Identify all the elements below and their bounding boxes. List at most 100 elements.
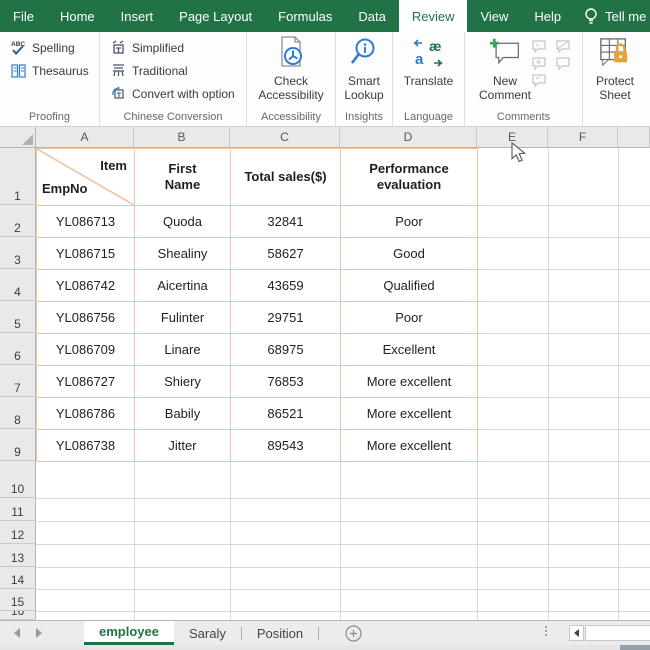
column-header-b[interactable]: B bbox=[134, 127, 230, 148]
menu-tab-view[interactable]: View bbox=[467, 0, 521, 32]
cell-b7[interactable]: Shiery bbox=[135, 366, 231, 398]
row-header-14[interactable]: 14 bbox=[0, 567, 36, 589]
button-label: Thesaurus bbox=[32, 64, 89, 78]
translate-button[interactable]: æ a Translate bbox=[404, 36, 454, 88]
cell-b6[interactable]: Linare bbox=[135, 334, 231, 366]
column-header-f[interactable]: F bbox=[548, 127, 618, 148]
menu-tab-home[interactable]: Home bbox=[47, 0, 108, 32]
cell-c5[interactable]: 29751 bbox=[231, 302, 341, 334]
row-header-15[interactable]: 15 bbox=[0, 589, 36, 611]
row-header-9[interactable]: 9 bbox=[0, 429, 36, 461]
row-header-7[interactable]: 7 bbox=[0, 365, 36, 397]
cell-c7[interactable]: 76853 bbox=[231, 366, 341, 398]
simplified-icon bbox=[110, 39, 127, 56]
new-sheet-button[interactable] bbox=[345, 625, 362, 642]
row-header-10[interactable]: 10 bbox=[0, 461, 36, 498]
sheetbar-resize-handle[interactable] bbox=[545, 626, 547, 636]
cell-a5[interactable]: YL086756 bbox=[37, 302, 135, 334]
row-header-1[interactable]: 1 bbox=[0, 148, 36, 205]
cell-c6[interactable]: 68975 bbox=[231, 334, 341, 366]
menu-tab-file[interactable]: File bbox=[0, 0, 47, 32]
cell-c3[interactable]: 58627 bbox=[231, 238, 341, 270]
menu-tab-review[interactable]: Review bbox=[399, 0, 468, 32]
show-hide-comment-icon[interactable] bbox=[555, 57, 571, 70]
sheet-tab-employee[interactable]: employee bbox=[84, 621, 174, 645]
cell-d3[interactable]: Good bbox=[341, 238, 478, 270]
protect-sheet-button[interactable]: Protect Sheet bbox=[596, 36, 634, 102]
cell-b3[interactable]: Shealiny bbox=[135, 238, 231, 270]
cell-b1[interactable]: First Name bbox=[135, 149, 231, 206]
column-header-d[interactable]: D bbox=[340, 127, 477, 148]
cell-b4[interactable]: Aicertina bbox=[135, 270, 231, 302]
sheet-tab-saraly[interactable]: Saraly bbox=[174, 621, 241, 645]
previous-comment-icon[interactable] bbox=[555, 40, 571, 53]
column-header-c[interactable]: C bbox=[230, 127, 340, 148]
cell-c2[interactable]: 32841 bbox=[231, 206, 341, 238]
row-header-6[interactable]: 6 bbox=[0, 333, 36, 365]
row-header-2[interactable]: 2 bbox=[0, 205, 36, 237]
thesaurus-button[interactable]: Thesaurus bbox=[8, 61, 91, 80]
row-header-13[interactable]: 13 bbox=[0, 544, 36, 567]
group-label-chinese-conversion: Chinese Conversion bbox=[100, 111, 246, 123]
row-header-11[interactable]: 11 bbox=[0, 498, 36, 521]
cell-a7[interactable]: YL086727 bbox=[37, 366, 135, 398]
cell-d5[interactable]: Poor bbox=[341, 302, 478, 334]
select-all-triangle-icon bbox=[22, 134, 33, 145]
cell-b5[interactable]: Fulinter bbox=[135, 302, 231, 334]
hscroll-track[interactable] bbox=[585, 625, 650, 641]
cell-d6[interactable]: Excellent bbox=[341, 334, 478, 366]
cell-c4[interactable]: 43659 bbox=[231, 270, 341, 302]
cell-c8[interactable]: 86521 bbox=[231, 398, 341, 430]
menu-tab-formulas[interactable]: Formulas bbox=[265, 0, 345, 32]
spelling-button[interactable]: ABC Spelling bbox=[8, 38, 91, 57]
cell-a3[interactable]: YL086715 bbox=[37, 238, 135, 270]
cell-a4[interactable]: YL086742 bbox=[37, 270, 135, 302]
menu-tab-insert[interactable]: Insert bbox=[108, 0, 167, 32]
button-label-line2: Accessibility bbox=[258, 88, 323, 102]
cell-b8[interactable]: Babily bbox=[135, 398, 231, 430]
cell-d1[interactable]: Performance evaluation bbox=[341, 149, 478, 206]
sheet-nav-left-icon[interactable] bbox=[14, 628, 20, 638]
cell-c9[interactable]: 89543 bbox=[231, 430, 341, 462]
column-header-e[interactable]: E bbox=[477, 127, 548, 148]
tell-me-box[interactable]: Tell me w bbox=[574, 0, 650, 32]
cell-a1[interactable]: ItemEmpNo bbox=[37, 149, 135, 206]
row-header-8[interactable]: 8 bbox=[0, 397, 36, 429]
sheet-tab-position[interactable]: Position bbox=[242, 621, 318, 645]
simplified-button[interactable]: Simplified bbox=[108, 38, 237, 57]
menu-tab-help[interactable]: Help bbox=[521, 0, 574, 32]
sheet-nav-right-icon[interactable] bbox=[36, 628, 42, 638]
column-header-partial[interactable] bbox=[618, 127, 650, 148]
cell-a8[interactable]: YL086786 bbox=[37, 398, 135, 430]
new-comment-button[interactable]: New Comment bbox=[479, 36, 531, 102]
menu-tab-data[interactable]: Data bbox=[345, 0, 398, 32]
show-all-comments-icon[interactable] bbox=[531, 74, 547, 87]
row-header-4[interactable]: 4 bbox=[0, 269, 36, 301]
delete-comment-icon[interactable] bbox=[531, 40, 547, 53]
cell-d4[interactable]: Qualified bbox=[341, 270, 478, 302]
next-comment-icon[interactable] bbox=[531, 57, 547, 70]
cell-d2[interactable]: Poor bbox=[341, 206, 478, 238]
cell-a9[interactable]: YL086738 bbox=[37, 430, 135, 462]
row-header-16[interactable]: 16 bbox=[0, 611, 36, 620]
cell-d9[interactable]: More excellent bbox=[341, 430, 478, 462]
check-accessibility-button[interactable]: Check Accessibility bbox=[258, 36, 323, 102]
menu-tab-page-layout[interactable]: Page Layout bbox=[166, 0, 265, 32]
cell-b2[interactable]: Quoda bbox=[135, 206, 231, 238]
select-all-button[interactable] bbox=[0, 127, 36, 148]
cell-c1[interactable]: Total sales($) bbox=[231, 149, 341, 206]
cell-a2[interactable]: YL086713 bbox=[37, 206, 135, 238]
row-header-12[interactable]: 12 bbox=[0, 521, 36, 544]
traditional-button[interactable]: Traditional bbox=[108, 61, 237, 80]
row-header-5[interactable]: 5 bbox=[0, 301, 36, 333]
smart-lookup-button[interactable]: Smart Lookup bbox=[344, 36, 383, 102]
column-header-a[interactable]: A bbox=[36, 127, 134, 148]
ribbon-group-protect: Protect Sheet P Wo bbox=[583, 32, 650, 126]
row-header-3[interactable]: 3 bbox=[0, 237, 36, 269]
hscroll-left-button[interactable] bbox=[569, 625, 584, 641]
convert-with-option-button[interactable]: Convert with option bbox=[108, 84, 237, 103]
cell-a6[interactable]: YL086709 bbox=[37, 334, 135, 366]
cell-b9[interactable]: Jitter bbox=[135, 430, 231, 462]
cell-d7[interactable]: More excellent bbox=[341, 366, 478, 398]
cell-d8[interactable]: More excellent bbox=[341, 398, 478, 430]
